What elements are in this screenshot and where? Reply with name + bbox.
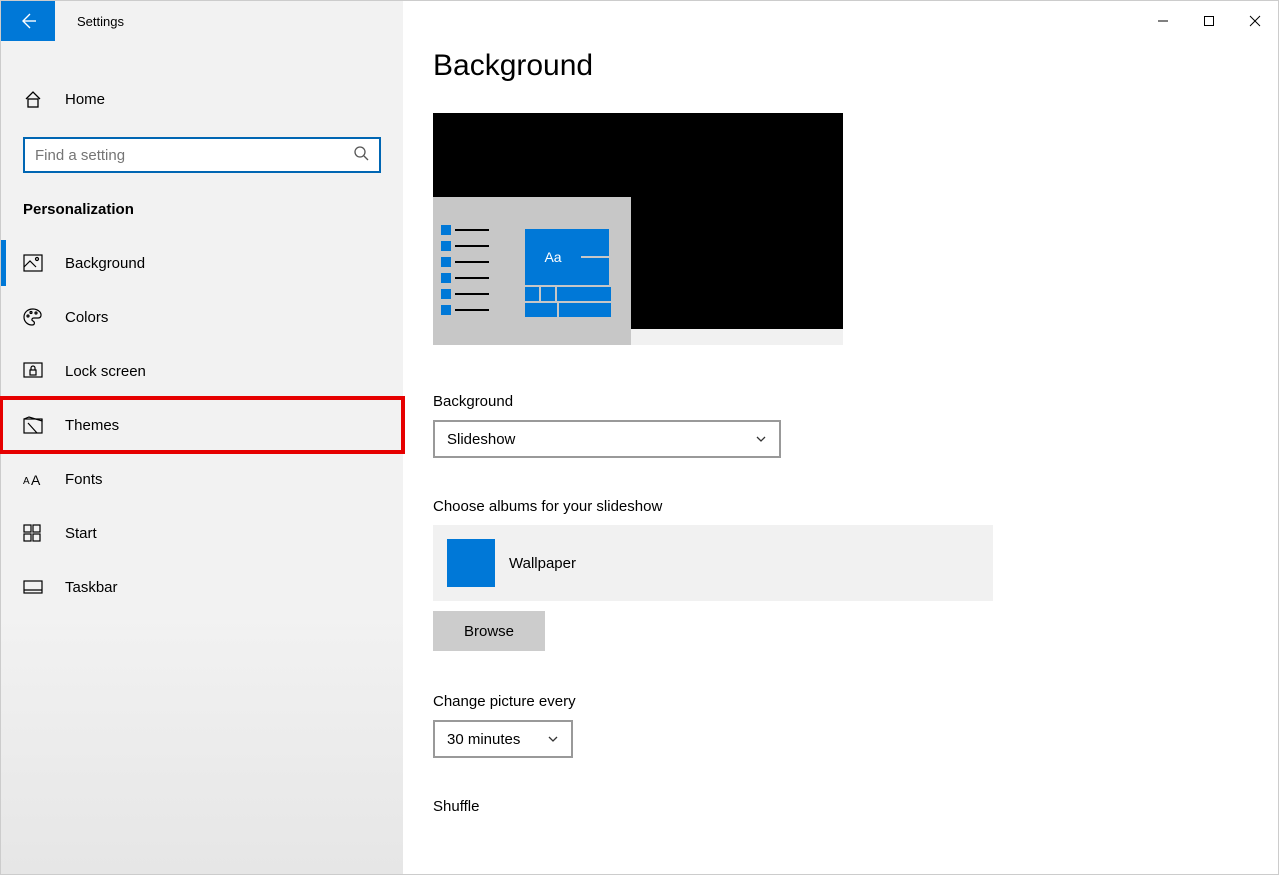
section-title: Personalization — [1, 173, 403, 236]
back-button[interactable] — [1, 1, 55, 41]
close-button[interactable] — [1232, 1, 1278, 41]
sidebar-item-background[interactable]: Background — [1, 236, 403, 290]
shuffle-label: Shuffle — [433, 798, 1248, 815]
maximize-button[interactable] — [1186, 1, 1232, 41]
background-dropdown-value: Slideshow — [447, 431, 515, 448]
nav-label: Lock screen — [65, 363, 146, 380]
interval-value: 30 minutes — [447, 731, 520, 748]
sidebar-item-taskbar[interactable]: Taskbar — [1, 560, 403, 614]
themes-icon — [23, 416, 43, 434]
taskbar-icon — [23, 578, 43, 596]
background-dropdown-label: Background — [433, 393, 1248, 410]
home-icon — [23, 90, 43, 108]
minimize-button[interactable] — [1140, 1, 1186, 41]
nav-label: Start — [65, 525, 97, 542]
start-icon — [23, 524, 43, 542]
sidebar-item-colors[interactable]: Colors — [1, 290, 403, 344]
search-icon — [353, 145, 369, 166]
sidebar-item-start[interactable]: Start — [1, 506, 403, 560]
lockscreen-icon — [23, 362, 43, 380]
sidebar: Settings Home Personalization Background — [1, 1, 403, 874]
album-item[interactable]: Wallpaper — [433, 525, 993, 601]
window-controls — [1140, 1, 1278, 41]
chevron-down-icon — [755, 433, 767, 445]
background-dropdown[interactable]: Slideshow — [433, 420, 781, 458]
home-nav[interactable]: Home — [1, 79, 403, 119]
sidebar-item-themes[interactable]: Themes — [1, 398, 403, 452]
page-title: Background — [433, 49, 1248, 83]
sidebar-item-lockscreen[interactable]: Lock screen — [1, 344, 403, 398]
nav-label: Taskbar — [65, 579, 118, 596]
chevron-down-icon — [547, 733, 559, 745]
albums-label: Choose albums for your slideshow — [433, 498, 1248, 515]
nav-label: Colors — [65, 309, 108, 326]
window-title: Settings — [55, 14, 124, 29]
search-field[interactable] — [35, 147, 353, 164]
picture-icon — [23, 254, 43, 272]
svg-text:A: A — [31, 472, 41, 488]
sidebar-item-fonts[interactable]: AA Fonts — [1, 452, 403, 506]
album-name: Wallpaper — [509, 555, 576, 572]
svg-text:A: A — [23, 476, 30, 487]
palette-icon — [23, 308, 43, 326]
title-bar: Settings — [1, 1, 403, 41]
nav-label: Fonts — [65, 471, 103, 488]
search-input[interactable] — [23, 137, 381, 173]
preview-sample-text: Aa — [525, 229, 581, 285]
browse-button[interactable]: Browse — [433, 611, 545, 651]
home-label: Home — [65, 91, 105, 108]
album-thumbnail — [447, 539, 495, 587]
main-content: Background Aa — [403, 1, 1278, 874]
interval-label: Change picture every — [433, 693, 1248, 710]
nav-label: Themes — [65, 417, 119, 434]
fonts-icon: AA — [23, 470, 43, 488]
background-preview: Aa — [433, 113, 843, 345]
nav-label: Background — [65, 255, 145, 272]
interval-dropdown[interactable]: 30 minutes — [433, 720, 573, 758]
browse-label: Browse — [464, 623, 514, 640]
